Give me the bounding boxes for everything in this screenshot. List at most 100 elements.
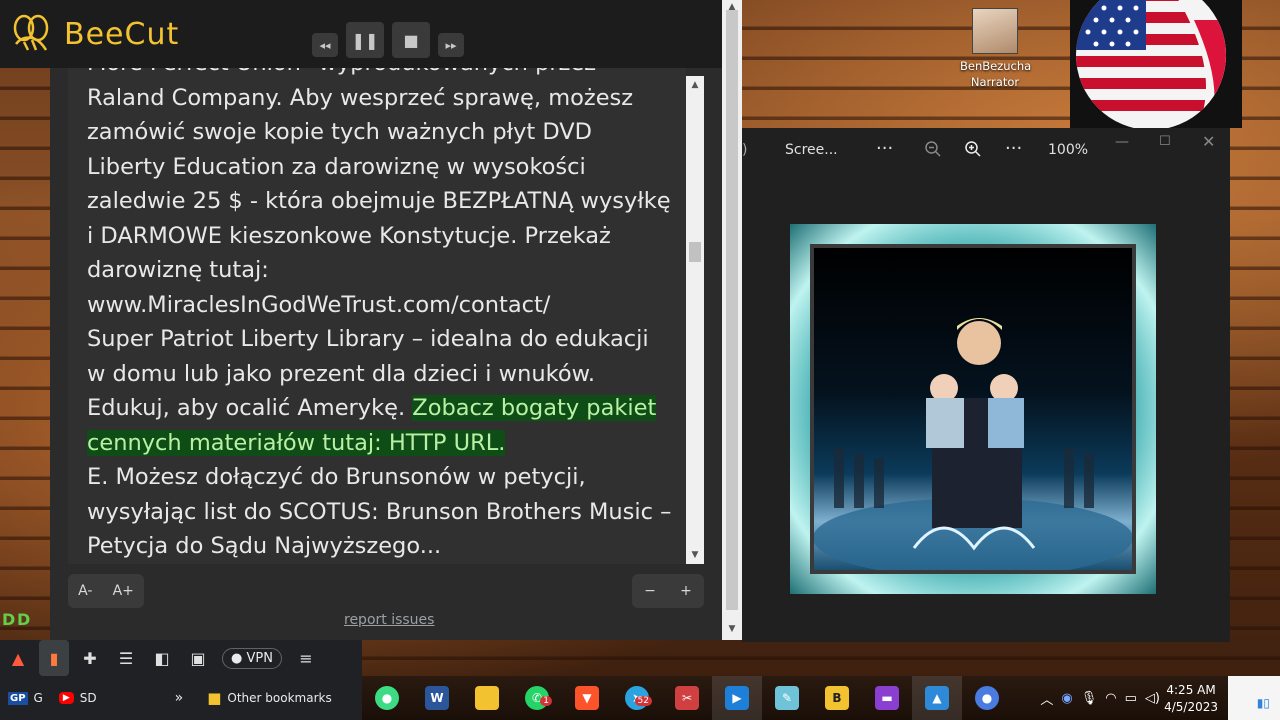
text-line: cennych materiałów tutaj: HTTP URL. [87, 426, 686, 461]
taskbar-notepad[interactable]: ✎ [762, 676, 812, 720]
taskbar-brave[interactable]: ▼ [562, 676, 612, 720]
page-scroll-thumb[interactable] [726, 10, 738, 610]
video-editor-icon: ▬ [875, 686, 899, 710]
bookmarks-bar: GP G ▶ SD » ■ Other bookmarks [0, 676, 362, 720]
text-line: www.MiraclesInGodWeTrust.com/contact/ [87, 291, 551, 318]
beecut-extension-icon[interactable]: ▮ [39, 640, 69, 676]
desktop-shortcut-line1: BenBezucha [960, 59, 1032, 73]
media-queue-icon[interactable]: ☰ [108, 640, 144, 676]
bookmark-label: SD [79, 691, 97, 705]
text-line: E. Możesz dołączyć do Brunsonów w petycj… [87, 464, 586, 490]
zoom-level[interactable]: 100% [1048, 142, 1088, 158]
other-bookmarks[interactable]: ■ Other bookmarks [199, 689, 340, 707]
highlighted-text: cennych materiałów tutaj: HTTP URL. [87, 429, 506, 456]
taskbar-chrome[interactable]: ● [962, 676, 1012, 720]
bookmark-label: G [33, 691, 43, 705]
clock-date: 4/5/2023 [1164, 700, 1218, 714]
taskbar-clipchamp[interactable]: ▬ [862, 676, 912, 720]
more-options-icon[interactable]: ··· [876, 138, 893, 159]
vpn-button[interactable]: ● VPN [222, 647, 282, 669]
show-hidden-icons[interactable]: ︿ [1040, 689, 1053, 708]
system-tray: ︿ ◉ 🎙 ◠ ▭ ◁) [1040, 676, 1160, 720]
desktop-shortcut-narrator[interactable]: BenBezucha Narrator [960, 8, 1032, 90]
fast-forward-icon[interactable]: ▸▸ [438, 33, 464, 57]
word-icon: W [425, 686, 449, 710]
taskbar-media-player[interactable]: ▶ [712, 676, 762, 720]
page-scrollbar[interactable]: ▲ ▼ [722, 0, 742, 640]
maximize-icon[interactable]: ☐ [1159, 134, 1171, 149]
taskbar-snipping-tool[interactable]: ✂ [662, 676, 712, 720]
photos-icon: ▲ [925, 686, 949, 710]
zoom-in-button[interactable]: + [680, 583, 692, 599]
media-controls: ◂◂ ❚❚ ■ ▸▸ [312, 22, 464, 58]
read-aloud-panel: More Perfect Union” wyprodukowanych prze… [50, 68, 722, 640]
extensions-puzzle-icon[interactable]: ✚ [72, 640, 108, 676]
report-issues-link[interactable]: report issues [344, 612, 434, 628]
text-line: Super Patriot Liberty Library – idealna … [87, 326, 649, 352]
reader-scrollbar[interactable]: ▲ ▼ [686, 76, 704, 564]
volume-icon[interactable]: ◁) [1145, 691, 1160, 706]
text-line: darowiznę tutaj: [87, 257, 269, 283]
menu-icon[interactable]: ≡ [288, 640, 324, 676]
font-increase-button[interactable]: A+ [113, 583, 134, 599]
scroll-down-icon[interactable]: ▼ [686, 548, 704, 562]
text-line: Edukuj, aby ocalić Amerykę. Zobacz bogat… [87, 391, 686, 426]
display-icon[interactable]: ▭ [1125, 691, 1137, 706]
app-name: BeeCut [64, 16, 180, 52]
scroll-thumb[interactable] [689, 242, 701, 262]
vpn-label: VPN [246, 650, 273, 666]
cursor-icon: ▮▯ [1256, 696, 1270, 710]
back-icon[interactable]: ) [742, 142, 747, 158]
zoom-in-icon[interactable] [964, 140, 982, 162]
us-pl-flag-circle [1076, 0, 1226, 128]
notification-area[interactable]: ▮▯ [1228, 676, 1280, 720]
beecut-icon: B [825, 686, 849, 710]
minimize-icon[interactable]: — [1115, 134, 1129, 150]
other-bookmarks-label: Other bookmarks [227, 691, 332, 705]
beecut-logo: BeeCut [10, 14, 179, 54]
microphone-icon[interactable]: 🎙 [1081, 691, 1098, 706]
cortana-icon[interactable]: ◉ [1061, 691, 1072, 706]
green-mark-icon: D [17, 610, 31, 629]
page-scroll-down-icon[interactable]: ▼ [722, 624, 742, 638]
wallet-icon[interactable]: ▣ [180, 640, 216, 676]
taskbar-file-explorer[interactable] [462, 676, 512, 720]
more-bookmarks-icon[interactable]: » [175, 690, 184, 706]
taskbar-photos[interactable]: ▲ [912, 676, 962, 720]
system-clock[interactable]: 4:25 AM 4/5/2023 [1164, 682, 1218, 716]
taskbar-android-studio[interactable]: ● [362, 676, 412, 720]
zoom-controls: − + [632, 574, 704, 608]
rewind-icon[interactable]: ◂◂ [312, 33, 338, 57]
flag-image [1070, 0, 1242, 128]
zoom-out-button[interactable]: − [644, 583, 656, 599]
close-icon[interactable]: ✕ [1202, 132, 1215, 151]
pause-icon[interactable]: ❚❚ [346, 22, 384, 58]
highlighted-text: Zobacz bogaty pakiet [412, 395, 657, 421]
photo-viewer-title[interactable]: Scree... [785, 142, 838, 158]
zoom-out-icon[interactable] [924, 140, 942, 162]
text-line: Petycja do Sądu Najwyższego... [87, 533, 442, 559]
beecut-title-bar: BeeCut ◂◂ ❚❚ ■ ▸▸ [0, 0, 722, 68]
sidebar-icon[interactable]: ◧ [144, 640, 180, 676]
text-plain: Edukuj, aby ocalić Amerykę. [87, 395, 413, 421]
stop-icon[interactable]: ■ [392, 22, 430, 58]
chrome-icon: ● [975, 686, 999, 710]
brave-rewards-icon[interactable]: ▲ [0, 640, 36, 676]
brave-icon: ▼ [575, 686, 599, 710]
bookmark-item[interactable]: ▶ SD [51, 691, 105, 705]
taskbar-whatsapp[interactable]: ✆ 1 [512, 676, 562, 720]
clock-time: 4:25 AM [1166, 683, 1216, 697]
green-mark-icon: D [2, 610, 16, 629]
wifi-icon[interactable]: ◠ [1105, 691, 1116, 706]
text-line: zaledwie 25 $ - która obejmuje BEZPŁATNĄ… [87, 188, 671, 214]
bookmark-item[interactable]: GP G [0, 691, 51, 705]
scroll-up-icon[interactable]: ▲ [686, 78, 704, 92]
taskbar-beecut[interactable]: B [812, 676, 862, 720]
font-decrease-button[interactable]: A- [78, 583, 92, 599]
reader-text-area[interactable]: More Perfect Union” wyprodukowanych prze… [68, 68, 686, 564]
more-tools-icon[interactable]: ··· [1005, 138, 1022, 159]
bee-icon [10, 14, 56, 54]
telegram-badge: 52 [634, 696, 652, 706]
taskbar-word[interactable]: W [412, 676, 462, 720]
taskbar-telegram[interactable]: ➤52 [612, 676, 662, 720]
